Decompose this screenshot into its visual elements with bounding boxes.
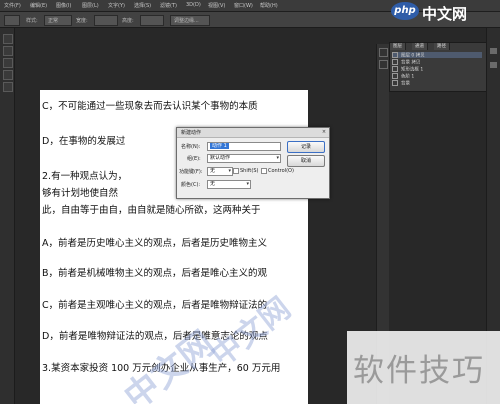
- function-key-select[interactable]: 无: [207, 167, 233, 176]
- layer-row[interactable]: 色阶 1: [392, 73, 482, 80]
- height-field[interactable]: [140, 15, 164, 26]
- color-label: 颜色(C):: [181, 182, 201, 188]
- visibility-eye-icon[interactable]: [392, 66, 398, 72]
- tab-paths[interactable]: 路径: [434, 43, 450, 50]
- style-select[interactable]: 正常: [44, 15, 72, 26]
- height-label: 高度:: [122, 18, 134, 24]
- doc-line: C，不可能通过一些现象去而去认识某个事物的本质: [42, 101, 258, 112]
- set-label: 组(E):: [187, 156, 201, 162]
- name-field-value: 动作 1: [210, 143, 229, 149]
- doc-line: 此，自由等于由自，由自就是随心所欲，这两种关于: [42, 205, 261, 216]
- visibility-eye-icon[interactable]: [392, 80, 398, 86]
- layer-row[interactable]: 背景 拷贝: [392, 59, 482, 66]
- brush-tool-icon[interactable]: [3, 82, 13, 92]
- move-tool-icon[interactable]: [3, 34, 13, 44]
- new-action-dialog: 新建动作 × 名称(N): 动作 1 组(E): 默认动作 功能键(F): 无 …: [176, 127, 330, 199]
- width-label: 宽度:: [76, 18, 88, 24]
- layer-row[interactable]: 背景: [392, 80, 482, 87]
- menu-image[interactable]: 图像(I): [56, 2, 71, 9]
- close-icon[interactable]: ×: [321, 129, 327, 135]
- dock-panel-icon[interactable]: [490, 48, 497, 54]
- menu-window[interactable]: 窗口(W): [234, 2, 253, 9]
- visibility-eye-icon[interactable]: [392, 73, 398, 79]
- control-label: Control(O): [268, 168, 294, 174]
- doc-line: 够有计划地使自然: [42, 188, 119, 199]
- name-field[interactable]: 动作 1: [207, 142, 281, 151]
- menu-edit[interactable]: 编辑(E): [30, 2, 47, 9]
- menu-view[interactable]: 视图(V): [208, 2, 225, 9]
- tool-preset-picker[interactable]: [4, 15, 20, 26]
- doc-line: A，前者是历史唯心主义的观点，后者是历史唯物主义: [42, 238, 267, 249]
- doc-line: C，前者是主观唯心主义的观点，后者是唯物辩证法的: [42, 300, 268, 311]
- tools-panel: [0, 28, 15, 404]
- name-label: 名称(N):: [181, 144, 201, 150]
- php-logo: php: [391, 2, 419, 20]
- corner-watermark-text: 软件技巧: [353, 353, 485, 389]
- history-panel-icon[interactable]: [379, 48, 388, 57]
- control-checkbox[interactable]: [261, 168, 267, 174]
- dock-panel-icon[interactable]: [490, 62, 497, 68]
- menu-help[interactable]: 帮助(H): [260, 2, 278, 9]
- crop-tool-icon[interactable]: [3, 70, 13, 80]
- menu-filter[interactable]: 滤镜(T): [160, 2, 177, 9]
- menu-3d[interactable]: 3D(D): [186, 2, 201, 8]
- refine-edge-button[interactable]: 调整边缘...: [170, 15, 210, 26]
- visibility-eye-icon[interactable]: [392, 52, 398, 58]
- shift-checkbox[interactable]: [233, 168, 239, 174]
- brand-name: 中文网: [422, 5, 468, 23]
- dialog-title: 新建动作: [181, 130, 202, 136]
- width-field[interactable]: [94, 15, 118, 26]
- menu-select[interactable]: 选择(S): [134, 2, 151, 9]
- doc-line: B，前者是机械唯物主义的观点，后者是唯心主义的观: [42, 268, 268, 279]
- color-select[interactable]: 无: [207, 180, 251, 189]
- doc-line: D，在事物的发展过: [42, 136, 126, 147]
- set-select[interactable]: 默认动作: [207, 154, 281, 163]
- tab-channels[interactable]: 通道: [412, 43, 428, 50]
- layers-panel: 图层 通道 路径 图层 0 拷贝 背景 拷贝 矩形选框 1 色阶 1 背景: [389, 42, 487, 92]
- menu-file[interactable]: 文件(F): [4, 2, 21, 9]
- layer-row[interactable]: 图层 0 拷贝: [392, 52, 482, 59]
- marquee-tool-icon[interactable]: [3, 46, 13, 56]
- doc-line: 2.有一种观点认为，: [42, 171, 128, 182]
- dialog-titlebar[interactable]: 新建动作 ×: [177, 128, 329, 138]
- layer-row[interactable]: 矩形选框 1: [392, 66, 482, 73]
- cancel-button[interactable]: 取消: [287, 155, 325, 167]
- visibility-eye-icon[interactable]: [392, 59, 398, 65]
- record-button[interactable]: 记录: [287, 141, 325, 153]
- tab-layers[interactable]: 图层: [390, 43, 406, 50]
- menu-layer[interactable]: 图层(L): [82, 2, 99, 9]
- menu-type[interactable]: 文字(Y): [108, 2, 125, 9]
- function-key-label: 功能键(F):: [179, 169, 203, 175]
- corner-watermark: 软件技巧: [347, 331, 500, 404]
- actions-panel-icon[interactable]: [379, 60, 388, 69]
- lasso-tool-icon[interactable]: [3, 58, 13, 68]
- shift-label: Shift(S): [240, 168, 259, 174]
- style-label: 样式:: [26, 18, 38, 24]
